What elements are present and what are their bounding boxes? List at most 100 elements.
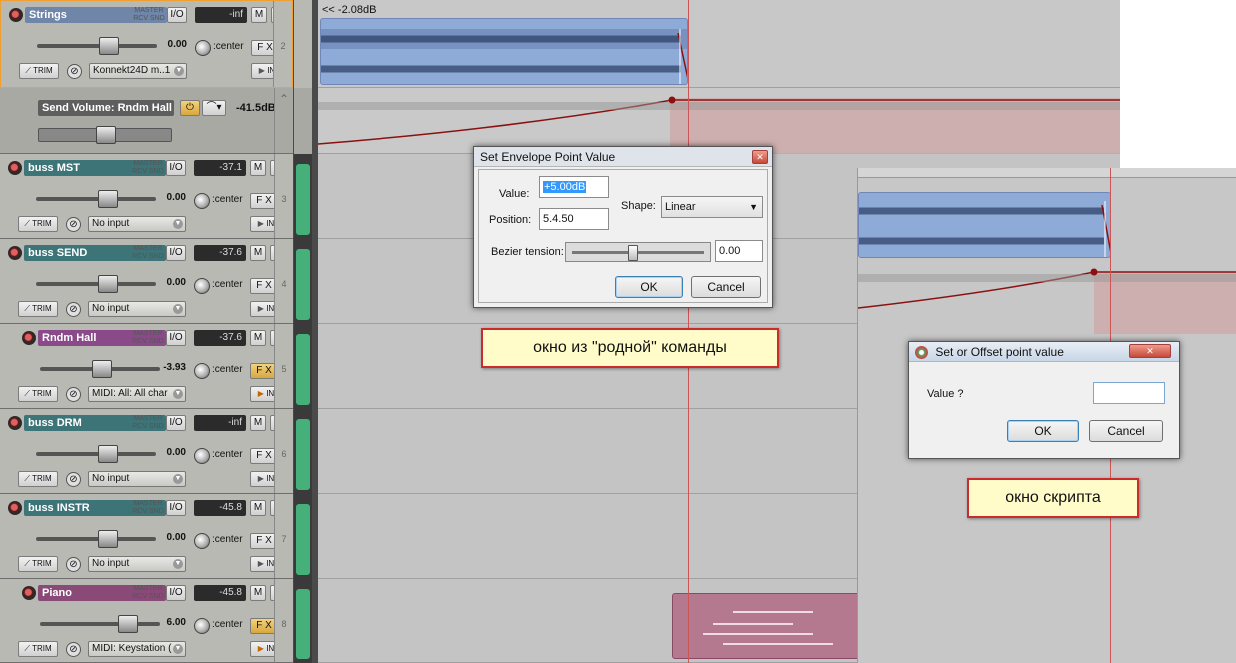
pan-knob[interactable]	[194, 448, 210, 464]
folder-indicator[interactable]	[294, 409, 312, 494]
input-selector[interactable]: No input ▼	[88, 301, 186, 317]
volume-fader-knob[interactable]	[98, 445, 118, 463]
folder-indicator[interactable]	[294, 579, 312, 663]
io-button[interactable]: I/O	[166, 415, 186, 431]
record-arm-icon[interactable]	[8, 161, 22, 175]
track-meter[interactable]: -45.8	[194, 500, 246, 516]
input-selector[interactable]: No input ▼	[88, 471, 186, 487]
envelope-lane-control[interactable]: Send Volume: Rndm Hall ⏻ ⌒▾ -41.5dB ⌃	[0, 88, 293, 154]
track-meter[interactable]: -inf	[194, 415, 246, 431]
bezier-value-field[interactable]: 0.00	[715, 240, 763, 262]
track-meter[interactable]: -inf	[195, 7, 247, 23]
audio-item[interactable]	[320, 18, 688, 85]
phase-invert-icon[interactable]: ⊘	[67, 64, 82, 79]
trim-button[interactable]: ⟋ TRIM	[18, 641, 58, 657]
dialog-titlebar[interactable]: Set Envelope Point Value ✕	[474, 147, 772, 167]
folder-indicator[interactable]	[294, 494, 312, 579]
cancel-button[interactable]: Cancel	[691, 276, 761, 298]
mute-button[interactable]: M	[250, 330, 266, 346]
input-selector[interactable]: Konnekt24D m..1 ▼	[89, 63, 187, 79]
volume-fader-knob[interactable]	[98, 275, 118, 293]
record-arm-icon[interactable]	[8, 501, 22, 515]
record-arm-icon[interactable]	[8, 416, 22, 430]
routing-button[interactable]: MASTER RCV SND	[132, 160, 164, 176]
volume-fader-knob[interactable]	[92, 360, 112, 378]
routing-button[interactable]: MASTER RCV SND	[132, 245, 164, 261]
track-header[interactable]: Strings MASTER RCV SND I/O -inf M S 0.00…	[0, 0, 293, 88]
routing-button[interactable]: MASTER RCV SND	[133, 7, 165, 23]
routing-button[interactable]: MASTER RCV SND	[132, 500, 164, 516]
set-envelope-point-dialog[interactable]: Set Envelope Point Value ✕ Value: +5.00d…	[473, 146, 773, 308]
ok-button[interactable]: OK	[1007, 420, 1079, 442]
envelope-point-2[interactable]	[1090, 268, 1098, 276]
envelope-curve-2[interactable]	[858, 264, 1236, 334]
io-button[interactable]: I/O	[166, 245, 186, 261]
track-header[interactable]: buss INSTR MASTER RCV SND I/O -45.8 M S …	[0, 494, 293, 579]
envelope-lane[interactable]	[318, 88, 1120, 154]
track-meter[interactable]: -37.6	[194, 330, 246, 346]
mute-button[interactable]: M	[250, 415, 266, 431]
midi-item[interactable]	[672, 593, 872, 659]
input-selector[interactable]: MIDI: Keystation (▼	[88, 641, 186, 657]
io-button[interactable]: I/O	[166, 585, 186, 601]
track-header[interactable]: buss MST MASTER RCV SND I/O -37.1 M S 0.…	[0, 154, 293, 239]
dialog-titlebar-2[interactable]: Set or Offset point value ✕	[909, 342, 1179, 362]
trim-button[interactable]: ⟋ TRIM	[18, 471, 58, 487]
track-header[interactable]: Rndm Hall MASTER RCV SND I/O -37.6 M S -…	[0, 324, 293, 409]
volume-fader-knob[interactable]	[98, 530, 118, 548]
envelope-point[interactable]	[668, 96, 676, 104]
track-header[interactable]: Piano MASTER RCV SND I/O -45.8 M S 6.00 …	[0, 579, 293, 663]
input-selector[interactable]: MIDI: All: All char ▼	[88, 386, 186, 402]
io-button[interactable]: I/O	[166, 500, 186, 516]
close-icon[interactable]: ✕	[752, 150, 768, 164]
input-selector[interactable]: No input ▼	[88, 556, 186, 572]
track-header[interactable]: buss SEND MASTER RCV SND I/O -37.6 M S 0…	[0, 239, 293, 324]
set-offset-point-dialog[interactable]: Set or Offset point value ✕ Value ? OK C…	[908, 341, 1180, 459]
volume-fader-knob[interactable]	[98, 190, 118, 208]
folder-indicator[interactable]	[294, 0, 312, 88]
record-arm-icon[interactable]	[22, 586, 36, 600]
envelope-arm-button[interactable]: ⏻	[180, 100, 200, 116]
record-arm-icon[interactable]	[9, 8, 23, 22]
record-arm-icon[interactable]	[22, 331, 36, 345]
close-icon[interactable]: ✕	[1129, 344, 1171, 358]
mute-button[interactable]: M	[250, 245, 266, 261]
pan-knob[interactable]	[194, 363, 210, 379]
io-button[interactable]: I/O	[167, 7, 187, 23]
io-button[interactable]: I/O	[166, 330, 186, 346]
phase-invert-icon[interactable]: ⊘	[66, 217, 81, 232]
envelope-fader-knob[interactable]	[96, 126, 116, 144]
envelope-fader[interactable]	[38, 126, 172, 144]
bezier-slider-thumb[interactable]	[628, 245, 638, 261]
mute-button[interactable]: M	[251, 7, 267, 23]
record-arm-icon[interactable]	[8, 246, 22, 260]
ok-button[interactable]: OK	[615, 276, 683, 298]
pan-knob[interactable]	[194, 533, 210, 549]
routing-button[interactable]: MASTER RCV SND	[132, 330, 164, 346]
envelope-shape-dropdown[interactable]: ⌒▾	[202, 100, 226, 116]
routing-button[interactable]: MASTER RCV SND	[132, 415, 164, 431]
phase-invert-icon[interactable]: ⊘	[66, 642, 81, 657]
track-meter[interactable]: -45.8	[194, 585, 246, 601]
phase-invert-icon[interactable]: ⊘	[66, 387, 81, 402]
pan-knob[interactable]	[194, 618, 210, 634]
track-lane-strings[interactable]	[318, 0, 1120, 88]
folder-indicator[interactable]	[294, 239, 312, 324]
audio-item-2[interactable]	[858, 192, 1111, 258]
volume-fader-knob[interactable]	[118, 615, 138, 633]
mute-button[interactable]: M	[250, 500, 266, 516]
io-button[interactable]: I/O	[166, 160, 186, 176]
input-selector[interactable]: No input ▼	[88, 216, 186, 232]
track-header[interactable]: buss DRM MASTER RCV SND I/O -inf M S 0.0…	[0, 409, 293, 494]
trim-button[interactable]: ⟋ TRIM	[18, 556, 58, 572]
phase-invert-icon[interactable]: ⊘	[66, 302, 81, 317]
mute-button[interactable]: M	[250, 160, 266, 176]
phase-invert-icon[interactable]: ⊘	[66, 472, 81, 487]
trim-button[interactable]: ⟋ TRIM	[19, 63, 59, 79]
pan-knob[interactable]	[195, 40, 211, 56]
track-meter[interactable]: -37.1	[194, 160, 246, 176]
value-input[interactable]	[1093, 382, 1165, 404]
position-field[interactable]: 5.4.50	[539, 208, 609, 230]
folder-indicator[interactable]	[294, 154, 312, 239]
mute-button[interactable]: M	[250, 585, 266, 601]
